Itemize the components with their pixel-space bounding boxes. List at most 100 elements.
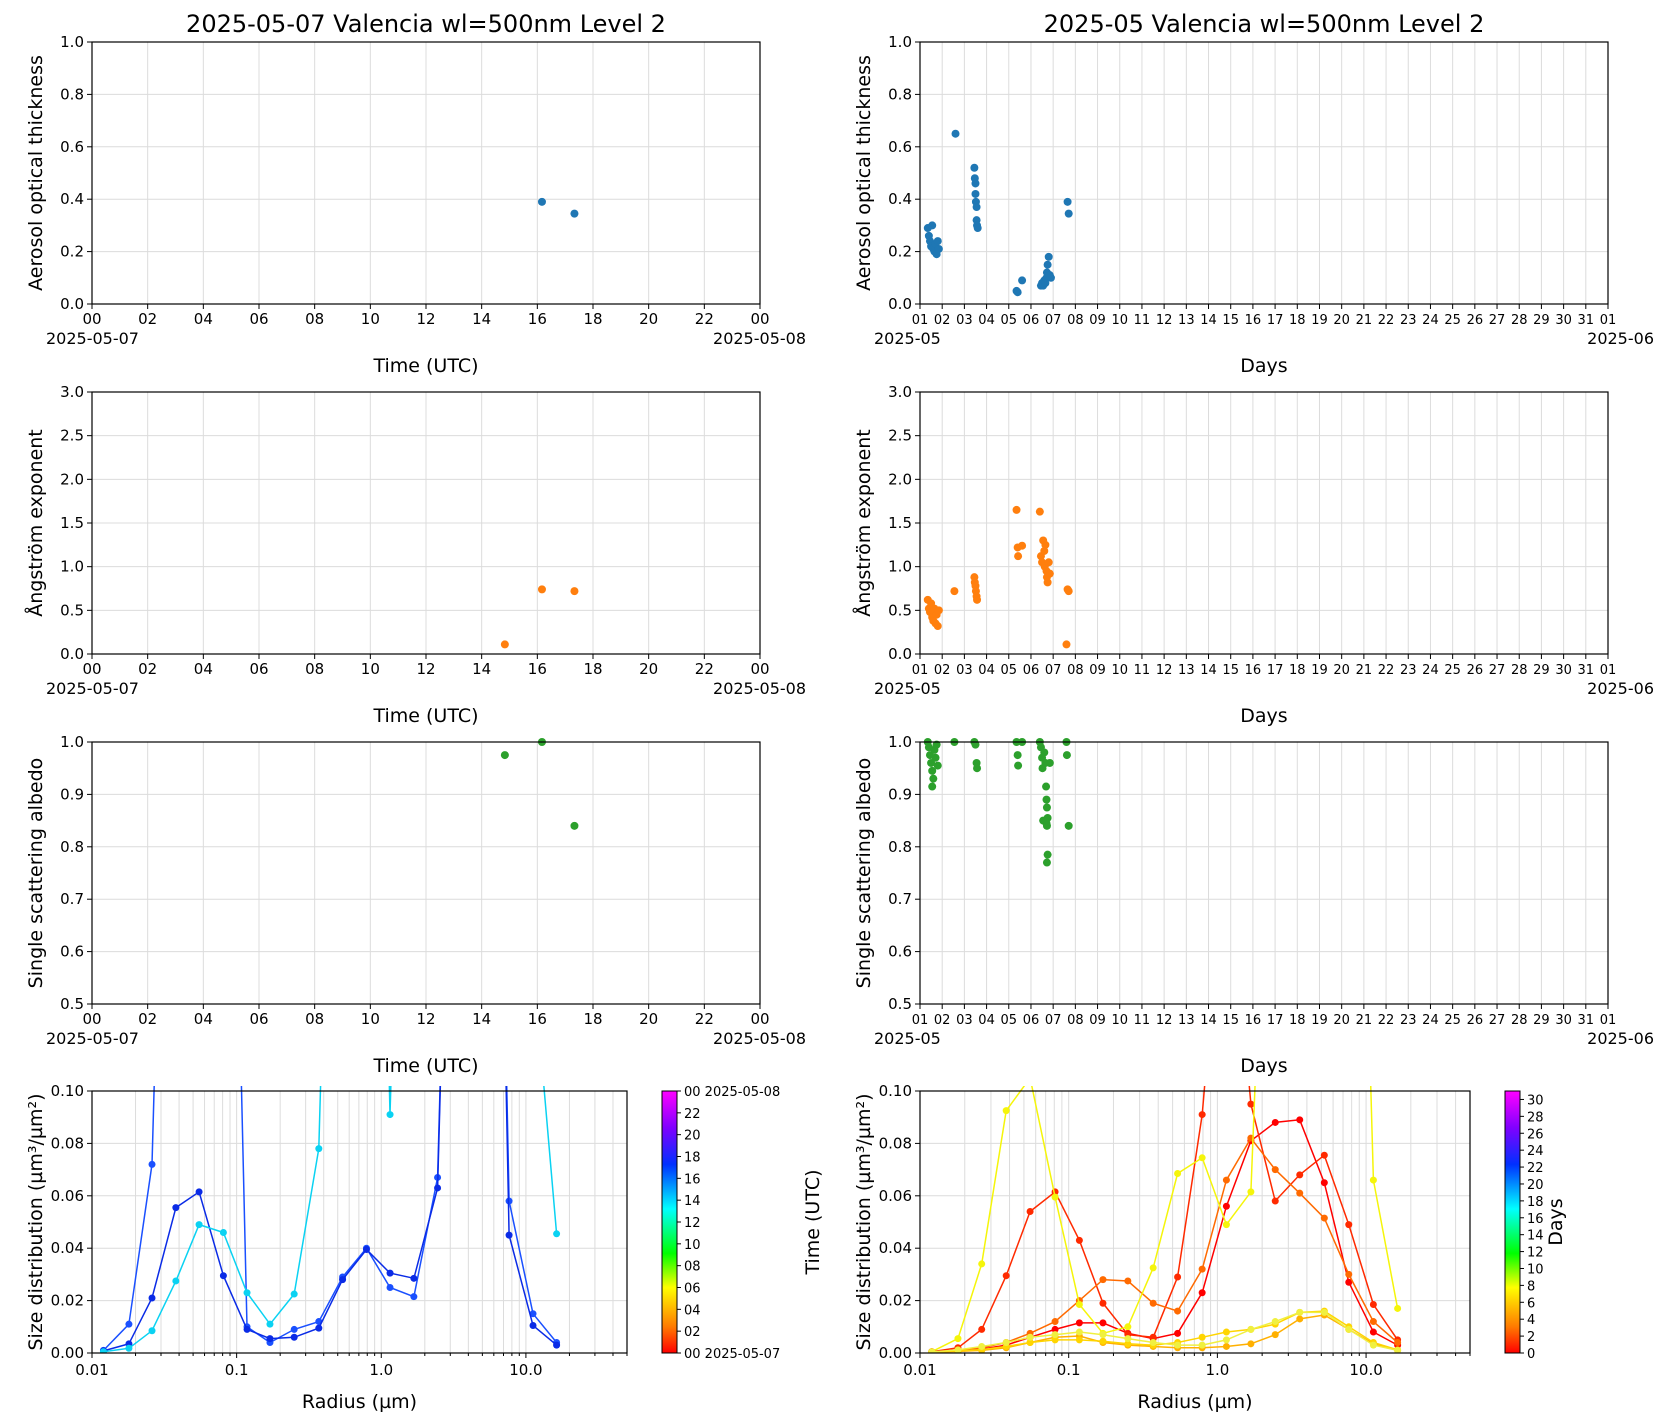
data-point <box>1296 1116 1304 1124</box>
x-tick-label: 31 <box>1578 1013 1595 1028</box>
data-point <box>1271 1197 1279 1205</box>
x-tick-label: 06 <box>1023 663 1040 678</box>
y-tick-label: 0.0 <box>60 645 84 663</box>
x-tick-label: 0.1 <box>1057 1361 1081 1379</box>
y-tick-label: 0.5 <box>60 601 84 619</box>
x-tick-label: 02 <box>934 313 951 328</box>
colorbar-label: Days <box>1545 1198 1567 1245</box>
y-tick-label: 0.0 <box>60 295 84 313</box>
data-point <box>1198 1289 1206 1297</box>
x-tick-label: 10 <box>361 660 380 678</box>
data-point <box>1099 1331 1107 1339</box>
data-point <box>1345 302 1352 309</box>
data-point <box>1174 1307 1182 1315</box>
data-point <box>570 209 579 218</box>
data-point <box>1296 1315 1304 1323</box>
y-tick-label: 2.5 <box>60 427 84 445</box>
x-tick-label: 15 <box>1222 313 1239 328</box>
data-point <box>553 1341 561 1349</box>
data-point <box>970 163 979 172</box>
y-tick-label: 1.0 <box>888 733 912 751</box>
x-date-end: 2025-06 <box>1587 679 1654 698</box>
x-tick-label: 05 <box>1001 313 1018 328</box>
x-tick-label: 18 <box>1289 663 1306 678</box>
data-point <box>1099 1337 1107 1345</box>
y-tick-label: 0.5 <box>888 601 912 619</box>
data-point <box>1223 826 1230 833</box>
y-tick-label: 0.06 <box>879 1187 912 1205</box>
y-tick-label: 0.7 <box>888 890 912 908</box>
x-date-start: 2025-05 <box>874 679 941 698</box>
x-tick-label: 0.01 <box>75 1361 108 1379</box>
x-tick-label: 30 <box>1555 313 1572 328</box>
data-point <box>266 1320 274 1328</box>
data-point <box>1271 1331 1279 1339</box>
data-point <box>1043 850 1052 859</box>
data-point <box>530 957 537 964</box>
y-tick-label: 0.02 <box>879 1292 912 1310</box>
x-tick-label: 0.1 <box>225 1361 249 1379</box>
x-tick-label: 08 <box>305 660 324 678</box>
data-point <box>1271 1318 1279 1326</box>
data-point <box>290 1290 298 1298</box>
data-point <box>1044 252 1053 261</box>
data-point <box>933 622 942 631</box>
series-line <box>931 1136 1399 1353</box>
x-tick-label: 31 <box>1578 663 1595 678</box>
y-axis-label: Aerosol optical thickness <box>853 55 875 291</box>
x-tick-label: 23 <box>1400 313 1417 328</box>
data-point <box>1198 1111 1206 1119</box>
x-tick-label: 16 <box>528 660 547 678</box>
x-tick-label: 08 <box>305 1010 324 1028</box>
data-point <box>1042 795 1051 804</box>
x-tick-label: 26 <box>1467 1013 1484 1028</box>
colorbar-tick-label: 02 <box>684 1325 701 1340</box>
x-tick-label: 16 <box>528 1010 547 1028</box>
x-tick-label: 12 <box>1156 1013 1173 1028</box>
data-point <box>934 244 943 253</box>
y-tick-label: 0.0 <box>888 295 912 313</box>
x-tick-label: 01 <box>1600 1013 1617 1028</box>
colorbar-label: Time (UTC) <box>802 1169 824 1275</box>
plot-area <box>928 40 1402 1353</box>
x-tick-label: 20 <box>1333 1013 1350 1028</box>
data-point <box>1035 507 1044 516</box>
y-axis-label: Aerosol optical thickness <box>25 55 47 291</box>
axes-frame <box>919 41 1609 305</box>
data-point <box>1321 40 1328 47</box>
y-tick-label: 0.8 <box>888 838 912 856</box>
data-point <box>434 1184 442 1192</box>
x-tick-label: 24 <box>1422 663 1439 678</box>
data-point <box>410 302 417 309</box>
y-axis-label: Ångström exponent <box>24 429 47 617</box>
y-tick-label: 0.10 <box>51 1082 84 1100</box>
x-tick-label: 20 <box>639 1010 658 1028</box>
x-tick-label: 0.01 <box>903 1361 936 1379</box>
x-tick-label: 10 <box>1111 1013 1128 1028</box>
y-tick-label: 0.10 <box>879 1082 912 1100</box>
data-point <box>195 1221 203 1229</box>
data-point <box>1013 288 1022 297</box>
colorbar-tick-label: 30 <box>1527 1093 1544 1108</box>
colorbar <box>661 1090 678 1354</box>
data-point <box>537 197 546 206</box>
data-point <box>1124 1335 1132 1343</box>
x-tick-label: 01 <box>912 313 929 328</box>
data-point <box>1345 1270 1353 1278</box>
data-point <box>1222 1202 1230 1210</box>
colorbar-tick-label: 14 <box>1527 1229 1544 1244</box>
x-tick-label: 27 <box>1489 663 1506 678</box>
data-point <box>148 1294 156 1302</box>
y-tick-label: 0.8 <box>888 85 912 103</box>
x-axis-label: Days <box>1240 1055 1287 1077</box>
x-tick-label: 22 <box>695 1010 714 1028</box>
x-tick-label: 03 <box>956 663 973 678</box>
chart-daily-aot: 0.0 0.2 0.4 0.6 0.8 1.0 00 02 04 06 08 10 12 14 16 18 20… <box>25 10 806 377</box>
colorbar-tick-label: 28 <box>1527 1110 1544 1125</box>
x-tick-label: 04 <box>978 1013 995 1028</box>
x-axis-label: Days <box>1240 355 1287 377</box>
data-point <box>1064 821 1073 830</box>
x-tick-label: 15 <box>1222 1013 1239 1028</box>
data-point <box>1040 748 1049 757</box>
data-point <box>1026 1333 1034 1341</box>
